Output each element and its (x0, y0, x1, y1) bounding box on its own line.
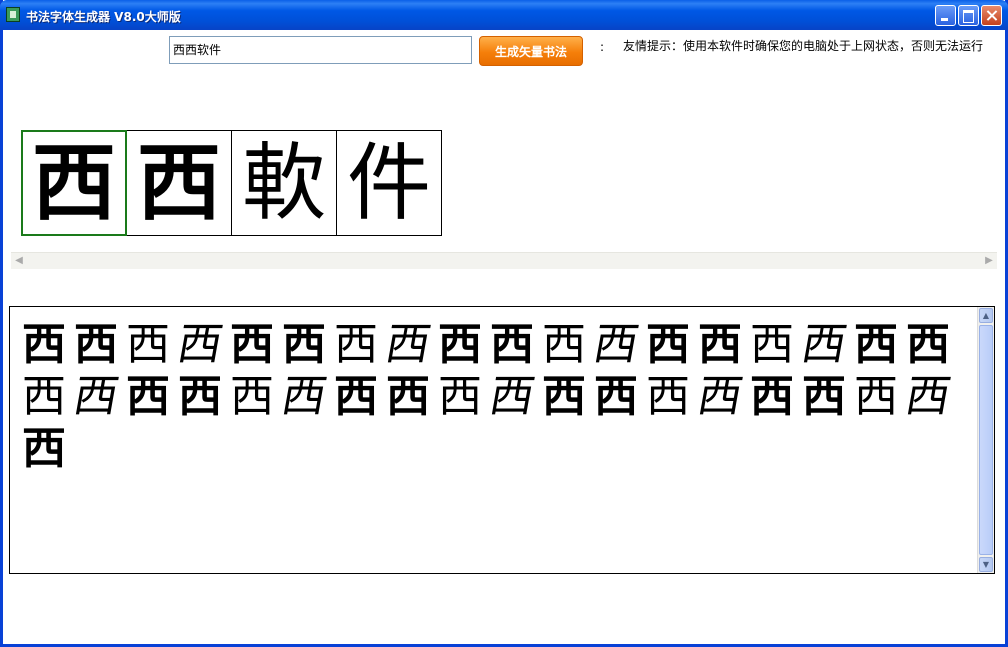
glyph-item[interactable]: 西 (694, 319, 746, 371)
glyph-item[interactable]: 西 (122, 319, 174, 371)
glyph-item[interactable]: 西 (902, 319, 954, 371)
glyph-item[interactable]: 西 (746, 371, 798, 423)
maximize-button[interactable] (958, 5, 979, 26)
glyph-results-panel: 西西西西西西西西西西西西西西西西西西西西西西西西西西西西西西西西西西西西西 ▲ … (9, 306, 995, 574)
glyph-item[interactable]: 西 (481, 371, 542, 423)
close-button[interactable] (981, 5, 1002, 26)
glyph-item[interactable]: 西 (382, 371, 434, 423)
glyph-item[interactable]: 西 (585, 319, 646, 371)
glyph-item[interactable]: 西 (850, 319, 902, 371)
glyph-item[interactable]: 西 (226, 319, 278, 371)
glyph-item[interactable]: 西 (642, 371, 694, 423)
glyph-item[interactable]: 西 (590, 371, 642, 423)
scroll-thumb[interactable] (979, 325, 993, 555)
preview-char: 軟 (241, 134, 326, 232)
glyph-item[interactable]: 西 (434, 371, 486, 423)
glyph-item[interactable]: 西 (850, 371, 902, 423)
app-icon (6, 7, 20, 22)
glyph-item[interactable]: 西 (793, 319, 854, 371)
glyph-item[interactable]: 西 (273, 371, 334, 423)
glyph-grid: 西西西西西西西西西西西西西西西西西西西西西西西西西西西西西西西西西西西西西 (18, 319, 968, 475)
scroll-up-icon[interactable]: ▲ (979, 308, 993, 323)
scroll-down-icon[interactable]: ▼ (979, 557, 993, 572)
minimize-button[interactable] (935, 5, 956, 26)
vertical-scrollbar[interactable]: ▲ ▼ (977, 307, 994, 573)
glyph-item[interactable]: 西 (538, 371, 590, 423)
title-bar[interactable]: 书法字体生成器 V8.0大师版 (0, 0, 1008, 30)
preview-cell[interactable]: 件 (336, 130, 442, 236)
scroll-left-icon[interactable]: ◀ (12, 254, 26, 268)
preview-char: 西 (31, 133, 116, 232)
glyph-item[interactable]: 西 (798, 371, 850, 423)
horizontal-scrollbar[interactable]: ◀ ▶ (11, 252, 997, 269)
glyph-item[interactable]: 西 (642, 319, 694, 371)
preview-cell[interactable]: 軟 (231, 130, 337, 236)
preview-strip: 西 西 軟 件 (21, 130, 442, 236)
preview-cell[interactable]: 西 (21, 130, 127, 236)
glyph-item[interactable]: 西 (226, 371, 278, 423)
tip-text: 友情提示：使用本软件时确保您的电脑处于上网状态，否则无法运行 (623, 39, 984, 53)
glyph-item[interactable]: 西 (70, 319, 122, 371)
glyph-item[interactable]: 西 (174, 371, 226, 423)
glyph-item[interactable]: 西 (538, 319, 590, 371)
glyph-item[interactable]: 西 (689, 371, 750, 423)
glyph-item[interactable]: 西 (897, 371, 958, 423)
glyph-item[interactable]: 西 (169, 319, 230, 371)
window-title: 书法字体生成器 V8.0大师版 (26, 10, 181, 24)
main-window: 书法字体生成器 V8.0大师版 西西软件 生成矢量书法 : 友情提示：使用本软件… (0, 0, 1008, 647)
glyph-item[interactable]: 西 (18, 371, 70, 423)
scroll-right-icon[interactable]: ▶ (982, 254, 996, 268)
glyph-item[interactable]: 西 (278, 319, 330, 371)
glyph-item[interactable]: 西 (377, 319, 438, 371)
glyph-item[interactable]: 西 (122, 371, 174, 423)
preview-char: 件 (346, 134, 431, 232)
text-input[interactable]: 西西软件 (169, 36, 472, 64)
glyph-item[interactable]: 西 (746, 319, 798, 371)
glyph-item[interactable]: 西 (486, 319, 538, 371)
glyph-item[interactable]: 西 (330, 371, 382, 423)
generate-calligraphy-button[interactable]: 生成矢量书法 (479, 36, 583, 66)
glyph-item[interactable]: 西 (434, 319, 486, 371)
preview-char: 西 (136, 133, 221, 232)
preview-cell[interactable]: 西 (126, 130, 232, 236)
tip-separator: : (600, 40, 605, 54)
glyph-item[interactable]: 西 (330, 319, 382, 371)
glyph-item[interactable]: 西 (18, 423, 70, 475)
glyph-item[interactable]: 西 (18, 319, 70, 371)
glyph-item[interactable]: 西 (65, 371, 126, 423)
